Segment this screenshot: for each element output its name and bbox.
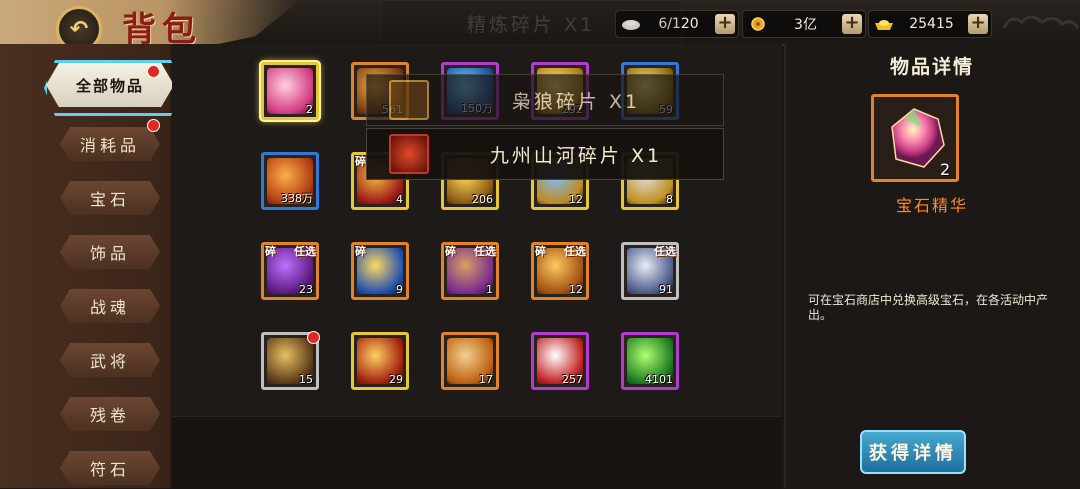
add-stamina-button[interactable]: + bbox=[715, 14, 735, 34]
fragment-tag: 碎 bbox=[535, 245, 546, 258]
item-count: 15 bbox=[299, 373, 313, 386]
tab-runestones[interactable]: 符石 bbox=[60, 451, 160, 485]
item-count: 1 bbox=[486, 283, 493, 296]
inventory-slot[interactable]: 碎 任选 23 bbox=[261, 242, 319, 300]
inventory-slot[interactable]: 2 bbox=[261, 62, 319, 120]
inventory-slot[interactable]: 碎9 bbox=[351, 242, 409, 300]
item-count: 338万 bbox=[281, 192, 313, 205]
inventory-slot[interactable]: 17 bbox=[441, 332, 499, 390]
detail-item-name: 宝石精华 bbox=[895, 196, 968, 215]
back-arrow-icon: ↶ bbox=[69, 16, 89, 42]
cloud-ornament-icon bbox=[1000, 10, 1080, 36]
item-count: 17 bbox=[479, 373, 493, 386]
tab-war-souls[interactable]: 战魂 bbox=[60, 289, 160, 323]
resource-coins: 3亿 + bbox=[742, 10, 866, 38]
inventory-slot[interactable]: 257 bbox=[531, 332, 589, 390]
resource-gold: 25415 + bbox=[868, 10, 992, 38]
inventory-slot[interactable]: 29 bbox=[351, 332, 409, 390]
gold-value: 25415 bbox=[909, 16, 954, 32]
item-count: 257 bbox=[562, 373, 583, 386]
beast-fragment-icon bbox=[389, 80, 429, 120]
item-count: 91 bbox=[659, 283, 673, 296]
fragment-tag: 碎 bbox=[265, 245, 276, 258]
item-count: 2 bbox=[306, 103, 313, 116]
faded-toast-text: 精炼碎片 X1 bbox=[466, 13, 596, 36]
item-count: 29 bbox=[389, 373, 403, 386]
item-count: 12 bbox=[569, 193, 583, 206]
grid-footer bbox=[172, 416, 782, 489]
faded-toast: 精炼碎片 X1 bbox=[380, 0, 682, 46]
gold-ingot-icon bbox=[875, 20, 893, 30]
choose-tag: 任选 bbox=[654, 245, 676, 258]
item-count: 206 bbox=[472, 193, 493, 206]
choose-tag: 任选 bbox=[564, 245, 586, 258]
reward-toast-back-text: 枭狼碎片 X1 bbox=[511, 90, 641, 113]
fragment-tag: 碎 bbox=[355, 245, 366, 258]
choose-tag: 任选 bbox=[474, 245, 496, 258]
notification-dot bbox=[147, 119, 160, 132]
item-count: 9 bbox=[396, 283, 403, 296]
add-gold-button[interactable]: + bbox=[968, 14, 988, 34]
reward-toast-front: 九州山河碎片 X1 bbox=[366, 128, 724, 180]
tab-accessories[interactable]: 饰品 bbox=[60, 235, 160, 269]
detail-item-description: 可在宝石商店中兑换高级宝石，在各活动中产出。 bbox=[808, 293, 1049, 322]
add-coins-button[interactable]: + bbox=[842, 14, 862, 34]
detail-title: 物品详情 bbox=[889, 56, 974, 78]
inventory-slot[interactable]: 碎 任选 12 bbox=[531, 242, 589, 300]
inventory-slot[interactable]: 338万 bbox=[261, 152, 319, 210]
reward-toast-back: 枭狼碎片 X1 bbox=[366, 74, 724, 126]
detail-item-count: 2 bbox=[940, 160, 951, 179]
inventory-slot[interactable]: 任选 91 bbox=[621, 242, 679, 300]
acquire-details-button[interactable]: 获得详情 bbox=[860, 430, 966, 474]
item-count: 23 bbox=[299, 283, 313, 296]
inventory-slot[interactable]: 4101 bbox=[621, 332, 679, 390]
choose-tag: 任选 bbox=[294, 245, 316, 258]
item-count: 8 bbox=[666, 193, 673, 206]
inventory-slot[interactable]: 15 bbox=[261, 331, 320, 390]
fragment-tag: 碎 bbox=[355, 155, 366, 168]
notification-dot bbox=[147, 65, 160, 78]
item-count: 4101 bbox=[645, 373, 673, 386]
item-count: 4 bbox=[396, 193, 403, 206]
fragment-tag: 碎 bbox=[445, 245, 456, 258]
tab-generals[interactable]: 武将 bbox=[60, 343, 160, 377]
coins-value: 3亿 bbox=[794, 17, 817, 33]
tab-gems[interactable]: 宝石 bbox=[60, 181, 160, 215]
inventory-slot[interactable]: 碎 任选 1 bbox=[441, 242, 499, 300]
reward-toast-front-text: 九州山河碎片 X1 bbox=[489, 144, 663, 167]
mountain-river-fragment-icon bbox=[389, 134, 429, 174]
tab-scrolls[interactable]: 残卷 bbox=[60, 397, 160, 431]
item-count: 12 bbox=[569, 283, 583, 296]
notification-dot bbox=[307, 331, 320, 344]
tab-consumables[interactable]: 消耗品 bbox=[60, 127, 160, 161]
copper-coin-icon bbox=[751, 17, 765, 31]
